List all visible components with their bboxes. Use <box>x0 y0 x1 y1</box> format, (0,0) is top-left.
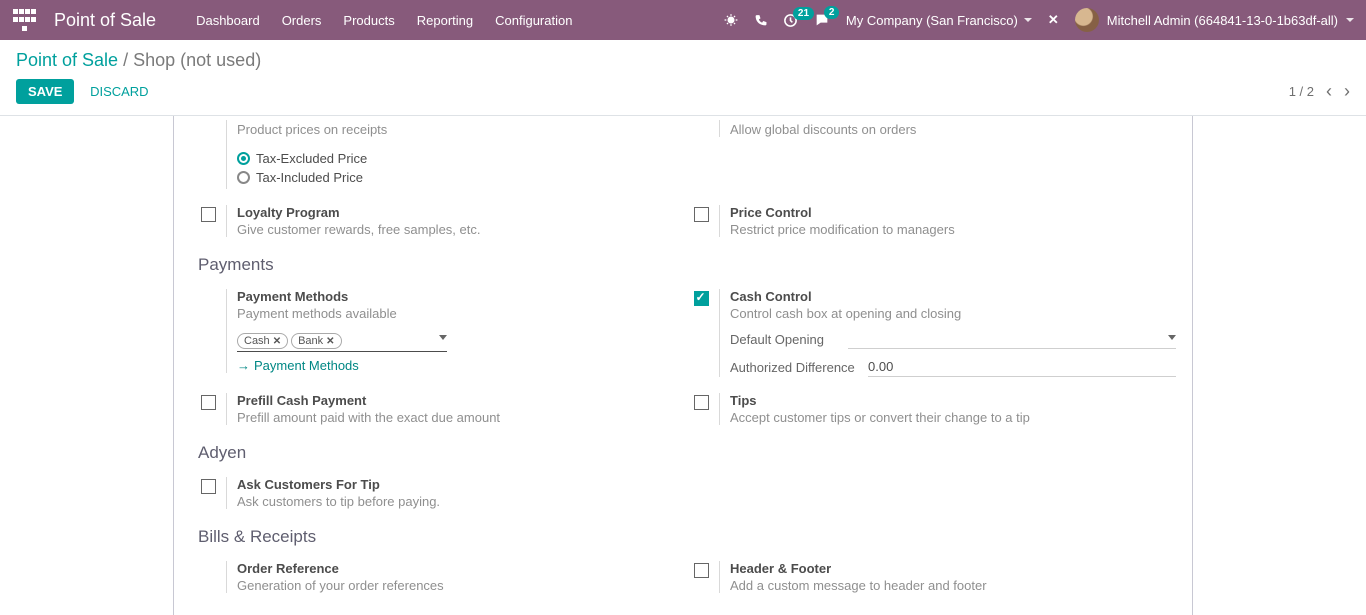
tips-desc: Accept customer tips or convert their ch… <box>730 410 1176 425</box>
nav-products[interactable]: Products <box>343 13 394 28</box>
checkbox-prefill-cash[interactable] <box>201 395 216 410</box>
activity-icon[interactable]: 21 <box>783 13 798 28</box>
control-panel: Point of Sale / Shop (not used) SAVE DIS… <box>0 40 1366 116</box>
activity-badge: 21 <box>793 7 814 20</box>
paymethods-desc: Payment methods available <box>237 306 683 321</box>
section-payments: Payments <box>198 255 1176 275</box>
askfortip-title: Ask Customers For Tip <box>237 477 683 492</box>
radio-dot <box>237 171 250 184</box>
pager-next[interactable]: › <box>1344 81 1350 102</box>
checkbox-tips[interactable] <box>694 395 709 410</box>
auth-diff-input[interactable] <box>868 357 1176 377</box>
save-button[interactable]: SAVE <box>16 79 74 104</box>
pager: 1 / 2 ‹ › <box>1289 81 1350 102</box>
prefill-title: Prefill Cash Payment <box>237 393 683 408</box>
checkbox-cash-control[interactable] <box>694 291 709 306</box>
default-opening-label: Default Opening <box>730 332 840 347</box>
paymethods-title: Payment Methods <box>237 289 683 304</box>
pager-text: 1 / 2 <box>1289 84 1314 99</box>
checkbox-loyalty[interactable] <box>201 207 216 222</box>
messages-icon[interactable]: 2 <box>814 12 830 28</box>
topbar: Point of Sale Dashboard Orders Products … <box>0 0 1366 40</box>
nav-dashboard[interactable]: Dashboard <box>196 13 260 28</box>
tag-bank: Bank✕ <box>291 333 341 349</box>
discard-button[interactable]: DISCARD <box>78 79 161 104</box>
user-menu[interactable]: Mitchell Admin (664841-13-0-1b63df-all) <box>1075 8 1354 32</box>
company-selector[interactable]: My Company (San Francisco) <box>846 13 1032 28</box>
checkbox-ask-tip[interactable] <box>201 479 216 494</box>
chevron-down-icon[interactable] <box>1168 335 1176 340</box>
form-sheet: Product prices on receipts Tax-Excluded … <box>173 116 1193 615</box>
pricecontrol-title: Price Control <box>730 205 1176 220</box>
avatar <box>1075 8 1099 32</box>
radio-dot-selected <box>237 152 250 165</box>
phone-icon[interactable] <box>754 14 767 27</box>
section-adyen: Adyen <box>198 443 1176 463</box>
tips-title: Tips <box>730 393 1176 408</box>
tag-cash: Cash✕ <box>237 333 288 349</box>
app-title: Point of Sale <box>54 10 156 31</box>
breadcrumb: Point of Sale / Shop (not used) <box>16 50 1350 71</box>
headerfooter-title: Header & Footer <box>730 561 1176 576</box>
chevron-down-icon[interactable] <box>439 335 447 340</box>
tag-cash-remove[interactable]: ✕ <box>273 336 281 347</box>
close-icon[interactable]: ✕ <box>1048 12 1059 28</box>
payment-methods-link[interactable]: →Payment Methods <box>237 358 683 373</box>
arrow-right-icon: → <box>237 358 250 373</box>
checkbox-price-control[interactable] <box>694 207 709 222</box>
payment-methods-input[interactable]: Cash✕ Bank✕ <box>237 331 447 352</box>
chevron-down-icon <box>1024 18 1032 22</box>
nav-orders[interactable]: Orders <box>282 13 322 28</box>
company-name: My Company (San Francisco) <box>846 13 1018 28</box>
radio-tax-excluded[interactable]: Tax-Excluded Price <box>237 151 683 166</box>
orderref-title: Order Reference <box>237 561 683 576</box>
main-scroll[interactable]: Product prices on receipts Tax-Excluded … <box>0 116 1366 615</box>
breadcrumb-current: Shop (not used) <box>133 50 261 70</box>
checkbox-header-footer[interactable] <box>694 563 709 578</box>
orderref-desc: Generation of your order references <box>237 578 683 593</box>
apps-icon[interactable] <box>12 8 36 32</box>
cashcontrol-title: Cash Control <box>730 289 1176 304</box>
nav-menu: Dashboard Orders Products Reporting Conf… <box>196 13 572 28</box>
breadcrumb-root[interactable]: Point of Sale <box>16 50 118 70</box>
cashcontrol-desc: Control cash box at opening and closing <box>730 306 1176 321</box>
headerfooter-desc: Add a custom message to header and foote… <box>730 578 1176 593</box>
debug-icon[interactable] <box>724 13 738 27</box>
pricecontrol-desc: Restrict price modification to managers <box>730 222 1176 237</box>
nav-configuration[interactable]: Configuration <box>495 13 572 28</box>
messages-badge: 2 <box>824 6 840 19</box>
nav-reporting[interactable]: Reporting <box>417 13 473 28</box>
default-opening-input[interactable] <box>848 329 1176 349</box>
user-name: Mitchell Admin (664841-13-0-1b63df-all) <box>1107 13 1338 28</box>
askfortip-desc: Ask customers to tip before paying. <box>237 494 683 509</box>
chevron-down-icon <box>1346 18 1354 22</box>
tag-bank-remove[interactable]: ✕ <box>326 336 334 347</box>
auth-diff-label: Authorized Difference <box>730 360 860 375</box>
cutoff-text-right: Allow global discounts on orders <box>730 122 1176 137</box>
section-bills: Bills & Receipts <box>198 527 1176 547</box>
loyalty-title: Loyalty Program <box>237 205 683 220</box>
prefill-desc: Prefill amount paid with the exact due a… <box>237 410 683 425</box>
pager-prev[interactable]: ‹ <box>1326 81 1332 102</box>
loyalty-desc: Give customer rewards, free samples, etc… <box>237 222 683 237</box>
cutoff-text-left: Product prices on receipts <box>237 122 683 137</box>
radio-tax-included[interactable]: Tax-Included Price <box>237 170 683 185</box>
